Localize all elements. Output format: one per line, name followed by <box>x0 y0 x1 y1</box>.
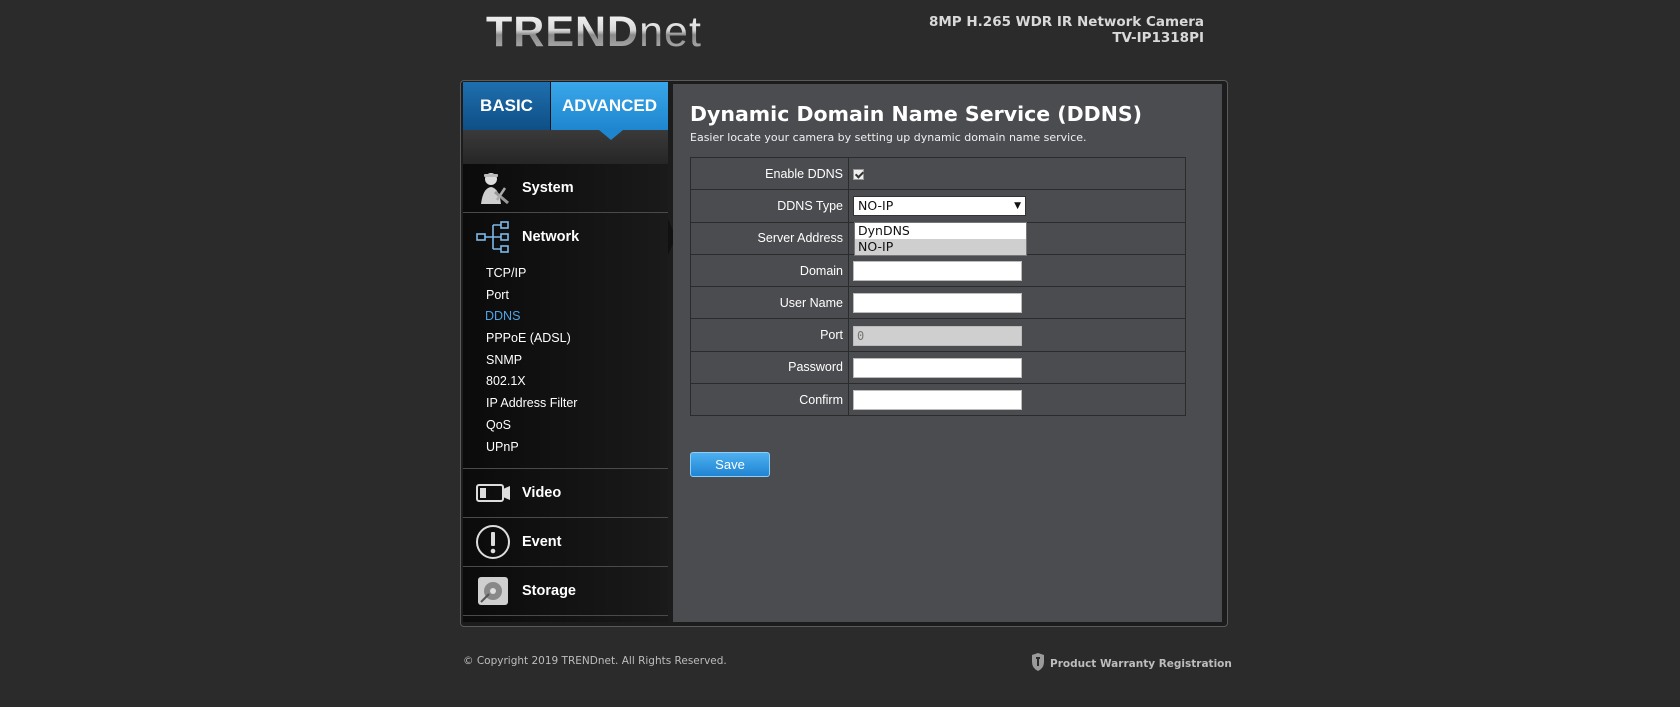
dropdown-option-dyndns[interactable]: DynDNS <box>855 223 1026 239</box>
form-row-type: DDNS Type NO-IP ▼ <box>690 189 1186 223</box>
submenu-item-ddns[interactable]: DDNS <box>463 306 668 328</box>
copyright-text: © Copyright 2019 TRENDnet. All Rights Re… <box>463 655 727 667</box>
ddns-type-label: DDNS Type <box>690 189 849 223</box>
submenu-item-8021x[interactable]: 802.1X <box>463 371 668 393</box>
camera-model-info: 8MP H.265 WDR IR Network Camera TV-IP131… <box>929 14 1204 46</box>
submenu-item-port[interactable]: Port <box>463 285 668 307</box>
enable-ddns-checkbox[interactable] <box>853 169 864 181</box>
page-title: Dynamic Domain Name Service (DDNS) <box>690 102 1142 126</box>
submenu-item-qos[interactable]: QoS <box>463 415 668 437</box>
form-row-confirm: Confirm <box>690 383 1186 417</box>
sidebar-item-label: Storage <box>522 583 576 600</box>
tab-shelf <box>463 130 668 164</box>
sidebar-item-video[interactable]: Video <box>463 469 668 519</box>
sidebar-item-network[interactable]: Network <box>463 213 676 261</box>
ddns-type-select[interactable]: NO-IP ▼ <box>853 195 1026 216</box>
save-button[interactable]: Save <box>690 452 770 477</box>
form-row-port: Port <box>690 318 1186 352</box>
dropdown-option-noip[interactable]: NO-IP <box>855 239 1026 255</box>
confirm-password-input[interactable] <box>853 390 1022 411</box>
chevron-down-icon: ▼ <box>1014 200 1021 211</box>
tab-advanced[interactable]: ADVANCED <box>551 82 668 130</box>
form-row-domain: Domain <box>690 253 1186 288</box>
network-submenu: TCP/IP Port DDNS PPPoE (ADSL) SNMP 802.1… <box>463 261 668 470</box>
trendnet-logo: TRENDnet <box>486 8 702 56</box>
sidebar-item-event[interactable]: Event <box>463 518 668 568</box>
sidebar-item-system[interactable]: System <box>463 164 668 213</box>
password-label: Password <box>690 350 849 385</box>
active-tab-pointer <box>599 130 623 140</box>
sidebar-item-label: System <box>522 180 574 196</box>
port-label: Port <box>690 318 849 352</box>
shield-icon <box>1031 653 1045 674</box>
submenu-item-upnp[interactable]: UPnP <box>463 437 668 459</box>
submenu-item-ip-filter[interactable]: IP Address Filter <box>463 393 668 415</box>
sidebar-item-storage[interactable]: Storage <box>463 567 668 617</box>
ddns-type-dropdown: DynDNS NO-IP <box>854 222 1027 256</box>
password-input[interactable] <box>853 357 1022 378</box>
sidebar: BASIC ADVANCED System Network TCP/IP Por… <box>463 82 676 622</box>
domain-input[interactable] <box>853 261 1022 282</box>
sidebar-item-label: Network <box>522 229 580 245</box>
ddns-form: Enable DDNS DDNS Type NO-IP ▼ Server Add… <box>690 156 1186 417</box>
server-address-label: Server Address <box>690 221 849 255</box>
page-subtitle: Easier locate your camera by setting up … <box>690 131 1087 144</box>
form-row-password: Password <box>690 350 1186 385</box>
mode-tabs: BASIC ADVANCED <box>463 82 668 130</box>
form-row-enable: Enable DDNS <box>690 156 1186 191</box>
submenu-item-pppoe[interactable]: PPPoE (ADSL) <box>463 328 668 350</box>
technician-tools-icon <box>475 170 511 206</box>
warranty-registration-link[interactable]: Product Warranty Registration <box>1031 653 1232 674</box>
sidebar-item-label: Video <box>522 485 562 502</box>
user-name-input[interactable] <box>853 293 1022 314</box>
video-camera-icon <box>475 475 511 511</box>
ddns-type-value: NO-IP <box>858 198 894 214</box>
submenu-item-snmp[interactable]: SNMP <box>463 350 668 372</box>
form-row-username: User Name <box>690 286 1186 320</box>
model-number: TV-IP1318PI <box>1112 30 1204 46</box>
submenu-item-tcpip[interactable]: TCP/IP <box>463 263 668 285</box>
network-tree-icon <box>475 219 511 255</box>
confirm-label: Confirm <box>690 383 849 417</box>
sidebar-item-label: Event <box>522 534 562 551</box>
hard-disk-icon <box>475 573 511 609</box>
domain-label: Domain <box>690 253 849 288</box>
sidebar-menu: System Network TCP/IP Port DDNS PPPoE (A… <box>463 164 676 617</box>
alert-icon <box>475 524 511 560</box>
user-name-label: User Name <box>690 286 849 320</box>
port-input <box>853 325 1022 346</box>
model-name: 8MP H.265 WDR IR Network Camera <box>928 14 1204 30</box>
content-panel: Dynamic Domain Name Service (DDNS) Easie… <box>673 84 1222 622</box>
enable-ddns-label: Enable DDNS <box>690 156 849 191</box>
warranty-link-label: Product Warranty Registration <box>1050 657 1232 670</box>
tab-basic[interactable]: BASIC <box>463 82 550 130</box>
